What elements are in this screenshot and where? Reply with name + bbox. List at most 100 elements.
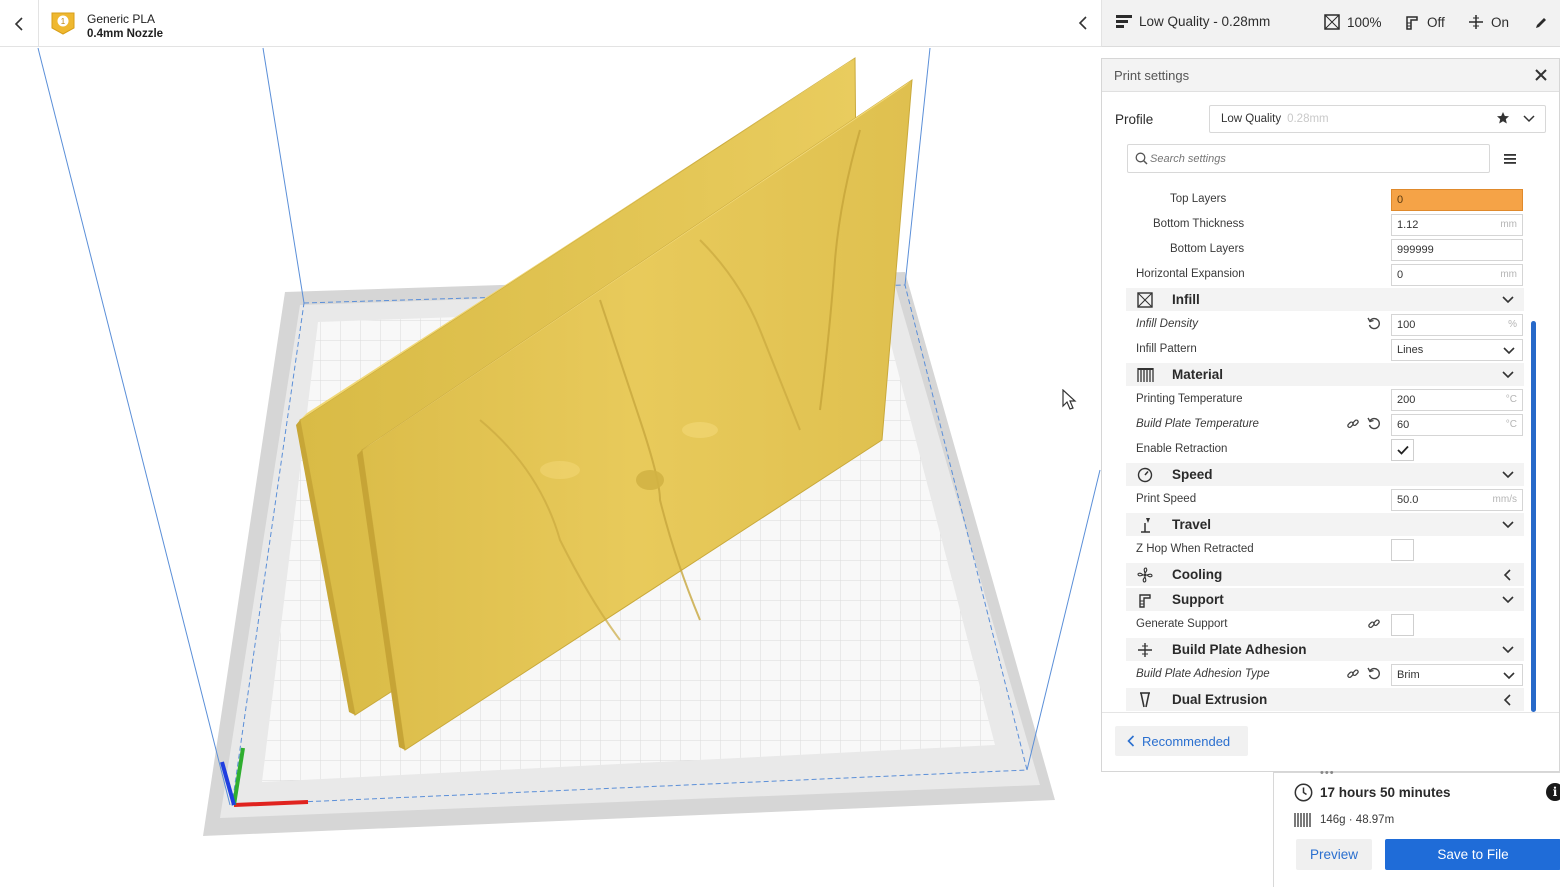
speedometer-icon bbox=[1137, 467, 1153, 483]
setting-print-speed: Print Speed 50.0 mm/s bbox=[1126, 487, 1524, 512]
preview-button[interactable]: Preview bbox=[1296, 839, 1372, 870]
extruder-number: 1 bbox=[61, 17, 66, 26]
settings-scrollbar[interactable] bbox=[1531, 321, 1536, 712]
chevron-left-icon bbox=[1503, 569, 1511, 581]
drag-handle[interactable]: ••• bbox=[1320, 767, 1335, 779]
category-material[interactable]: Material bbox=[1126, 363, 1524, 386]
category-travel[interactable]: Travel bbox=[1126, 513, 1524, 536]
setting-build-plate-temperature: Build Plate Temperature 60 °C bbox=[1126, 412, 1524, 437]
setting-bottom-thickness: Bottom Thickness 1.12 mm bbox=[1126, 212, 1524, 237]
setting-label: Infill Pattern bbox=[1136, 343, 1197, 355]
profile-dropdown[interactable]: Low Quality 0.28mm bbox=[1209, 105, 1546, 133]
material-selector[interactable]: Generic PLA 0.4mm Nozzle bbox=[87, 12, 163, 42]
field-value: 1.12 bbox=[1397, 219, 1419, 231]
setting-generate-support: Generate Support bbox=[1126, 612, 1524, 637]
reset-icon[interactable] bbox=[1367, 667, 1381, 681]
horizontal-expansion-field[interactable]: 0 mm bbox=[1391, 264, 1523, 286]
setting-label: Bottom Layers bbox=[1170, 243, 1245, 255]
category-title: Cooling bbox=[1172, 567, 1223, 582]
chevron-down-icon bbox=[1502, 646, 1514, 654]
recommended-label: Recommended bbox=[1142, 733, 1231, 749]
setting-label: Build Plate Adhesion Type bbox=[1136, 668, 1270, 680]
search-input[interactable] bbox=[1150, 150, 1480, 168]
infill-pattern-select[interactable]: Lines bbox=[1391, 339, 1523, 361]
print-estimate-panel: ••• 17 hours 50 minutes 146g · 48.97m i … bbox=[1273, 767, 1560, 887]
settings-list[interactable]: Top Layers 0 Bottom Thickness 1.12 mm Bo… bbox=[1126, 186, 1524, 712]
chevron-left-icon bbox=[14, 16, 23, 31]
adhesion-summary[interactable]: On bbox=[1468, 14, 1509, 30]
material-icon bbox=[1137, 368, 1154, 382]
fan-icon bbox=[1137, 567, 1153, 583]
category-title: Dual Extrusion bbox=[1172, 692, 1268, 707]
z-hop-checkbox[interactable] bbox=[1391, 539, 1414, 561]
support-summary[interactable]: Off bbox=[1404, 14, 1445, 30]
top-layers-field[interactable]: 0 bbox=[1391, 189, 1523, 211]
print-speed-field[interactable]: 50.0 mm/s bbox=[1391, 489, 1523, 511]
category-dual-extrusion[interactable]: Dual Extrusion bbox=[1126, 688, 1524, 711]
field-value: 0 bbox=[1397, 269, 1404, 281]
chevron-down-icon bbox=[1503, 347, 1515, 355]
category-speed[interactable]: Speed bbox=[1126, 463, 1524, 486]
star-icon[interactable] bbox=[1496, 111, 1510, 125]
chevron-down-icon bbox=[1502, 471, 1514, 479]
infill-summary[interactable]: 100% bbox=[1324, 14, 1382, 30]
build-plate-temperature-field[interactable]: 60 °C bbox=[1391, 414, 1523, 436]
infill-icon bbox=[1137, 292, 1153, 308]
setting-top-layers: Top Layers 0 bbox=[1126, 187, 1524, 212]
generate-support-checkbox[interactable] bbox=[1391, 614, 1414, 636]
checkmark-icon bbox=[1396, 445, 1409, 455]
bottom-thickness-field[interactable]: 1.12 mm bbox=[1391, 214, 1523, 236]
setting-label: Enable Retraction bbox=[1136, 443, 1228, 455]
printing-temperature-field[interactable]: 200 °C bbox=[1391, 389, 1523, 411]
bottom-layers-field[interactable]: 999999 bbox=[1391, 239, 1523, 261]
reset-icon[interactable] bbox=[1367, 417, 1381, 431]
search-icon bbox=[1135, 152, 1148, 165]
setting-label: Build Plate Temperature bbox=[1136, 418, 1259, 430]
field-value: 0 bbox=[1397, 194, 1404, 206]
collapse-button[interactable] bbox=[1072, 12, 1094, 34]
back-button[interactable] bbox=[0, 0, 39, 47]
setting-label: Print Speed bbox=[1136, 493, 1197, 505]
infill-density-field[interactable]: 100 % bbox=[1391, 314, 1523, 336]
field-unit: % bbox=[1508, 319, 1517, 330]
print-settings-panel: Print settings Profile Low Quality 0.28mm… bbox=[1101, 58, 1560, 772]
info-icon[interactable]: i bbox=[1546, 783, 1560, 801]
close-icon[interactable] bbox=[1533, 67, 1549, 83]
link-icon[interactable] bbox=[1346, 417, 1360, 431]
infill-value: 100% bbox=[1347, 14, 1382, 30]
adhesion-type-select[interactable]: Brim bbox=[1391, 664, 1523, 686]
setting-horizontal-expansion: Horizontal Expansion 0 mm bbox=[1126, 262, 1524, 287]
save-to-file-button[interactable]: Save to File bbox=[1385, 839, 1560, 870]
link-icon[interactable] bbox=[1346, 667, 1360, 681]
pencil-icon[interactable] bbox=[1534, 16, 1548, 30]
hamburger-menu-icon[interactable] bbox=[1502, 152, 1518, 166]
search-settings-box[interactable] bbox=[1127, 144, 1490, 173]
field-unit: °C bbox=[1505, 419, 1517, 430]
category-infill[interactable]: Infill bbox=[1126, 288, 1524, 311]
quality-label: Low Quality - 0.28mm bbox=[1139, 14, 1271, 29]
field-value: 60 bbox=[1397, 419, 1410, 431]
setting-z-hop: Z Hop When Retracted bbox=[1126, 537, 1524, 562]
extruder-badge-icon[interactable]: 1 bbox=[50, 11, 76, 35]
recommended-button[interactable]: Recommended bbox=[1115, 726, 1248, 756]
field-unit: mm bbox=[1500, 219, 1517, 230]
support-value: Off bbox=[1427, 14, 1445, 30]
material-spool-icon bbox=[1294, 813, 1311, 827]
printer-toolbar: 1 Generic PLA 0.4mm Nozzle bbox=[0, 0, 1101, 47]
quality-summary[interactable]: Low Quality - 0.28mm bbox=[1116, 14, 1270, 29]
category-title: Travel bbox=[1172, 517, 1212, 532]
divider bbox=[1102, 712, 1559, 713]
print-setup-bar[interactable]: Low Quality - 0.28mm 100% Off On bbox=[1101, 0, 1560, 47]
mouse-cursor-icon bbox=[1062, 389, 1077, 410]
enable-retraction-checkbox[interactable] bbox=[1391, 439, 1414, 461]
link-icon[interactable] bbox=[1367, 617, 1381, 631]
setting-bottom-layers: Bottom Layers 999999 bbox=[1126, 237, 1524, 262]
reset-icon[interactable] bbox=[1367, 317, 1381, 331]
setting-infill-density: Infill Density 100 % bbox=[1126, 312, 1524, 337]
profile-label: Profile bbox=[1115, 112, 1154, 127]
layers-icon bbox=[1116, 14, 1132, 28]
category-build-plate-adhesion[interactable]: Build Plate Adhesion bbox=[1126, 638, 1524, 661]
category-cooling[interactable]: Cooling bbox=[1126, 563, 1524, 586]
nozzle-size: 0.4mm Nozzle bbox=[87, 28, 164, 40]
category-support[interactable]: Support bbox=[1126, 588, 1524, 611]
